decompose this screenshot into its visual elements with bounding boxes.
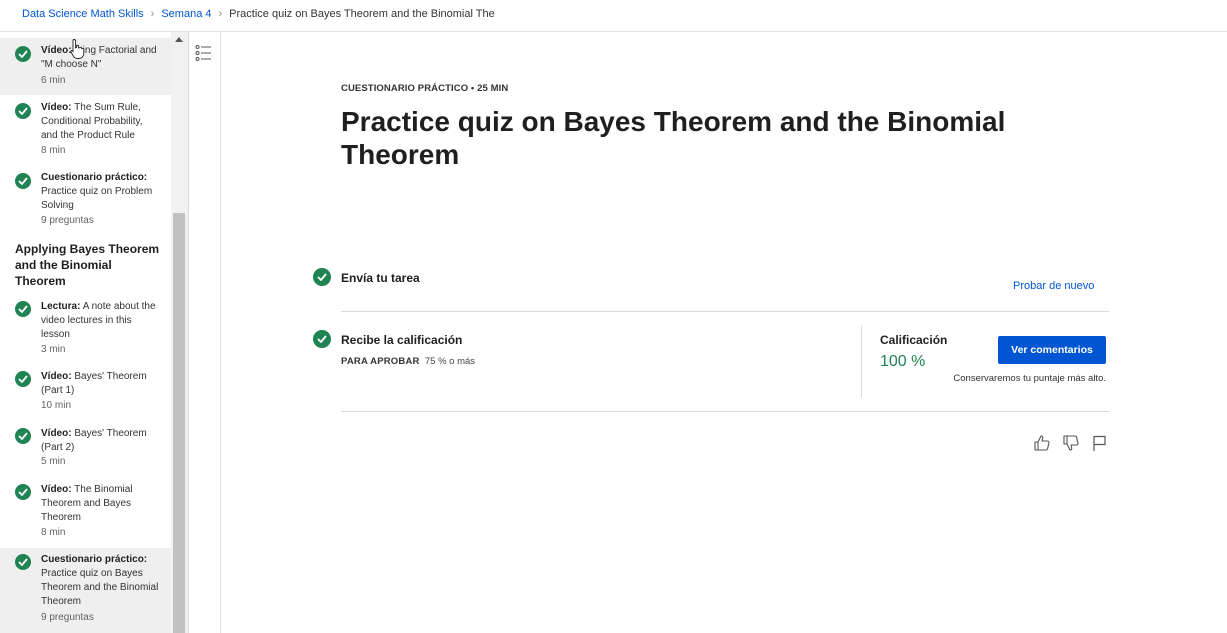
view-feedback-button[interactable]: Ver comentarios [998,336,1106,364]
item-type: Vídeo: [41,371,72,382]
item-type: Cuestionario práctico: [41,172,148,183]
item-meta: 9 preguntas [41,612,94,623]
divider [341,411,1109,412]
item-meta: 6 min [41,75,66,86]
page-title: Practice quiz on Bayes Theorem and the B… [341,106,1006,170]
breadcrumb-current: Practice quiz on Bayes Theorem and the B… [229,8,495,20]
item-type: Lectura: [41,301,81,312]
check-icon [15,301,31,317]
check-icon [313,330,331,348]
item-title: Practice quiz on Problem Solving [41,186,153,211]
check-icon [15,103,31,119]
thumbs-down-icon[interactable] [1062,434,1080,452]
sidebar-item[interactable]: Vídeo: The Sum Rule, Conditional Probabi… [0,95,171,165]
item-type: Vídeo: [41,45,72,56]
breadcrumb-week-link[interactable]: Semana 4 [161,8,211,20]
sidebar-item[interactable]: Lectura: A note about the video lectures… [0,294,171,364]
item-meta: 8 min [41,527,66,538]
toc-column [189,32,221,633]
item-meta: 8 min [41,145,66,156]
chevron-right-icon: › [150,8,155,20]
breadcrumb: Data Science Math Skills › Semana 4 › Pr… [22,8,495,20]
item-meta: 9 preguntas [41,215,94,226]
sidebar-item[interactable]: Vídeo: The Binomial Theorem and Bayes Th… [0,477,171,548]
top-bar: Data Science Math Skills › Semana 4 › Pr… [0,0,1227,32]
item-type: Vídeo: [41,484,72,495]
divider [861,325,862,398]
grade-value: 100 % [880,353,926,370]
check-icon [15,428,31,444]
section-title: Applying Bayes Theorem and the Binomial … [15,242,160,288]
item-meta: 3 min [41,344,66,355]
sidebar-item[interactable]: Vídeo: Bayes' Theorem (Part 2) 5 min [0,421,171,477]
flag-icon[interactable] [1091,434,1109,452]
breadcrumb-course-link[interactable]: Data Science Math Skills [22,8,144,20]
divider [341,311,1109,312]
item-type: Cuestionario práctico: [41,554,148,565]
check-icon [15,371,31,387]
item-title: Practice quiz on Bayes Theorem and the B… [41,568,159,607]
sidebar-item-current[interactable]: Cuestionario práctico: Practice quiz on … [0,548,171,633]
retry-link[interactable]: Probar de nuevo [1013,280,1094,292]
receive-grade-label: Recibe la calificación [341,333,463,347]
submit-step-label: Envía tu tarea [341,271,420,285]
item-meta: 5 min [41,456,66,467]
keep-score-note: Conservaremos tu puntaje más alto. [953,373,1106,384]
check-icon [15,173,31,189]
item-type: Vídeo: [41,428,72,439]
pass-requirement: PARA APROBAR 75 % o más [341,356,475,367]
course-sidebar: Vídeo: ...ing Factorial and "M choose N"… [0,32,171,633]
chevron-right-icon: › [218,8,223,20]
scroll-up-arrow-icon[interactable] [175,37,183,42]
sidebar-scrollbar[interactable] [171,32,189,633]
pass-value: 75 % o más [424,356,476,367]
thumbs-up-icon[interactable] [1033,434,1051,452]
check-icon [313,268,331,286]
scrollbar-thumb[interactable] [173,213,185,633]
item-kicker: CUESTIONARIO PRÁCTICO • 25 MIN [341,83,509,94]
pass-label: PARA APROBAR [341,356,420,367]
grade-label: Calificación [880,333,948,347]
sidebar-item[interactable]: Cuestionario práctico: Practice quiz on … [0,165,171,235]
check-icon [15,484,31,500]
check-icon [15,554,31,570]
sidebar-item[interactable]: Vídeo: Bayes' Theorem (Part 1) 10 min [0,364,171,421]
item-meta: 10 min [41,400,72,411]
item-type: Vídeo: [41,102,72,113]
toc-list-icon[interactable] [195,44,213,62]
hand-cursor-icon [70,38,86,60]
check-icon [15,46,31,62]
